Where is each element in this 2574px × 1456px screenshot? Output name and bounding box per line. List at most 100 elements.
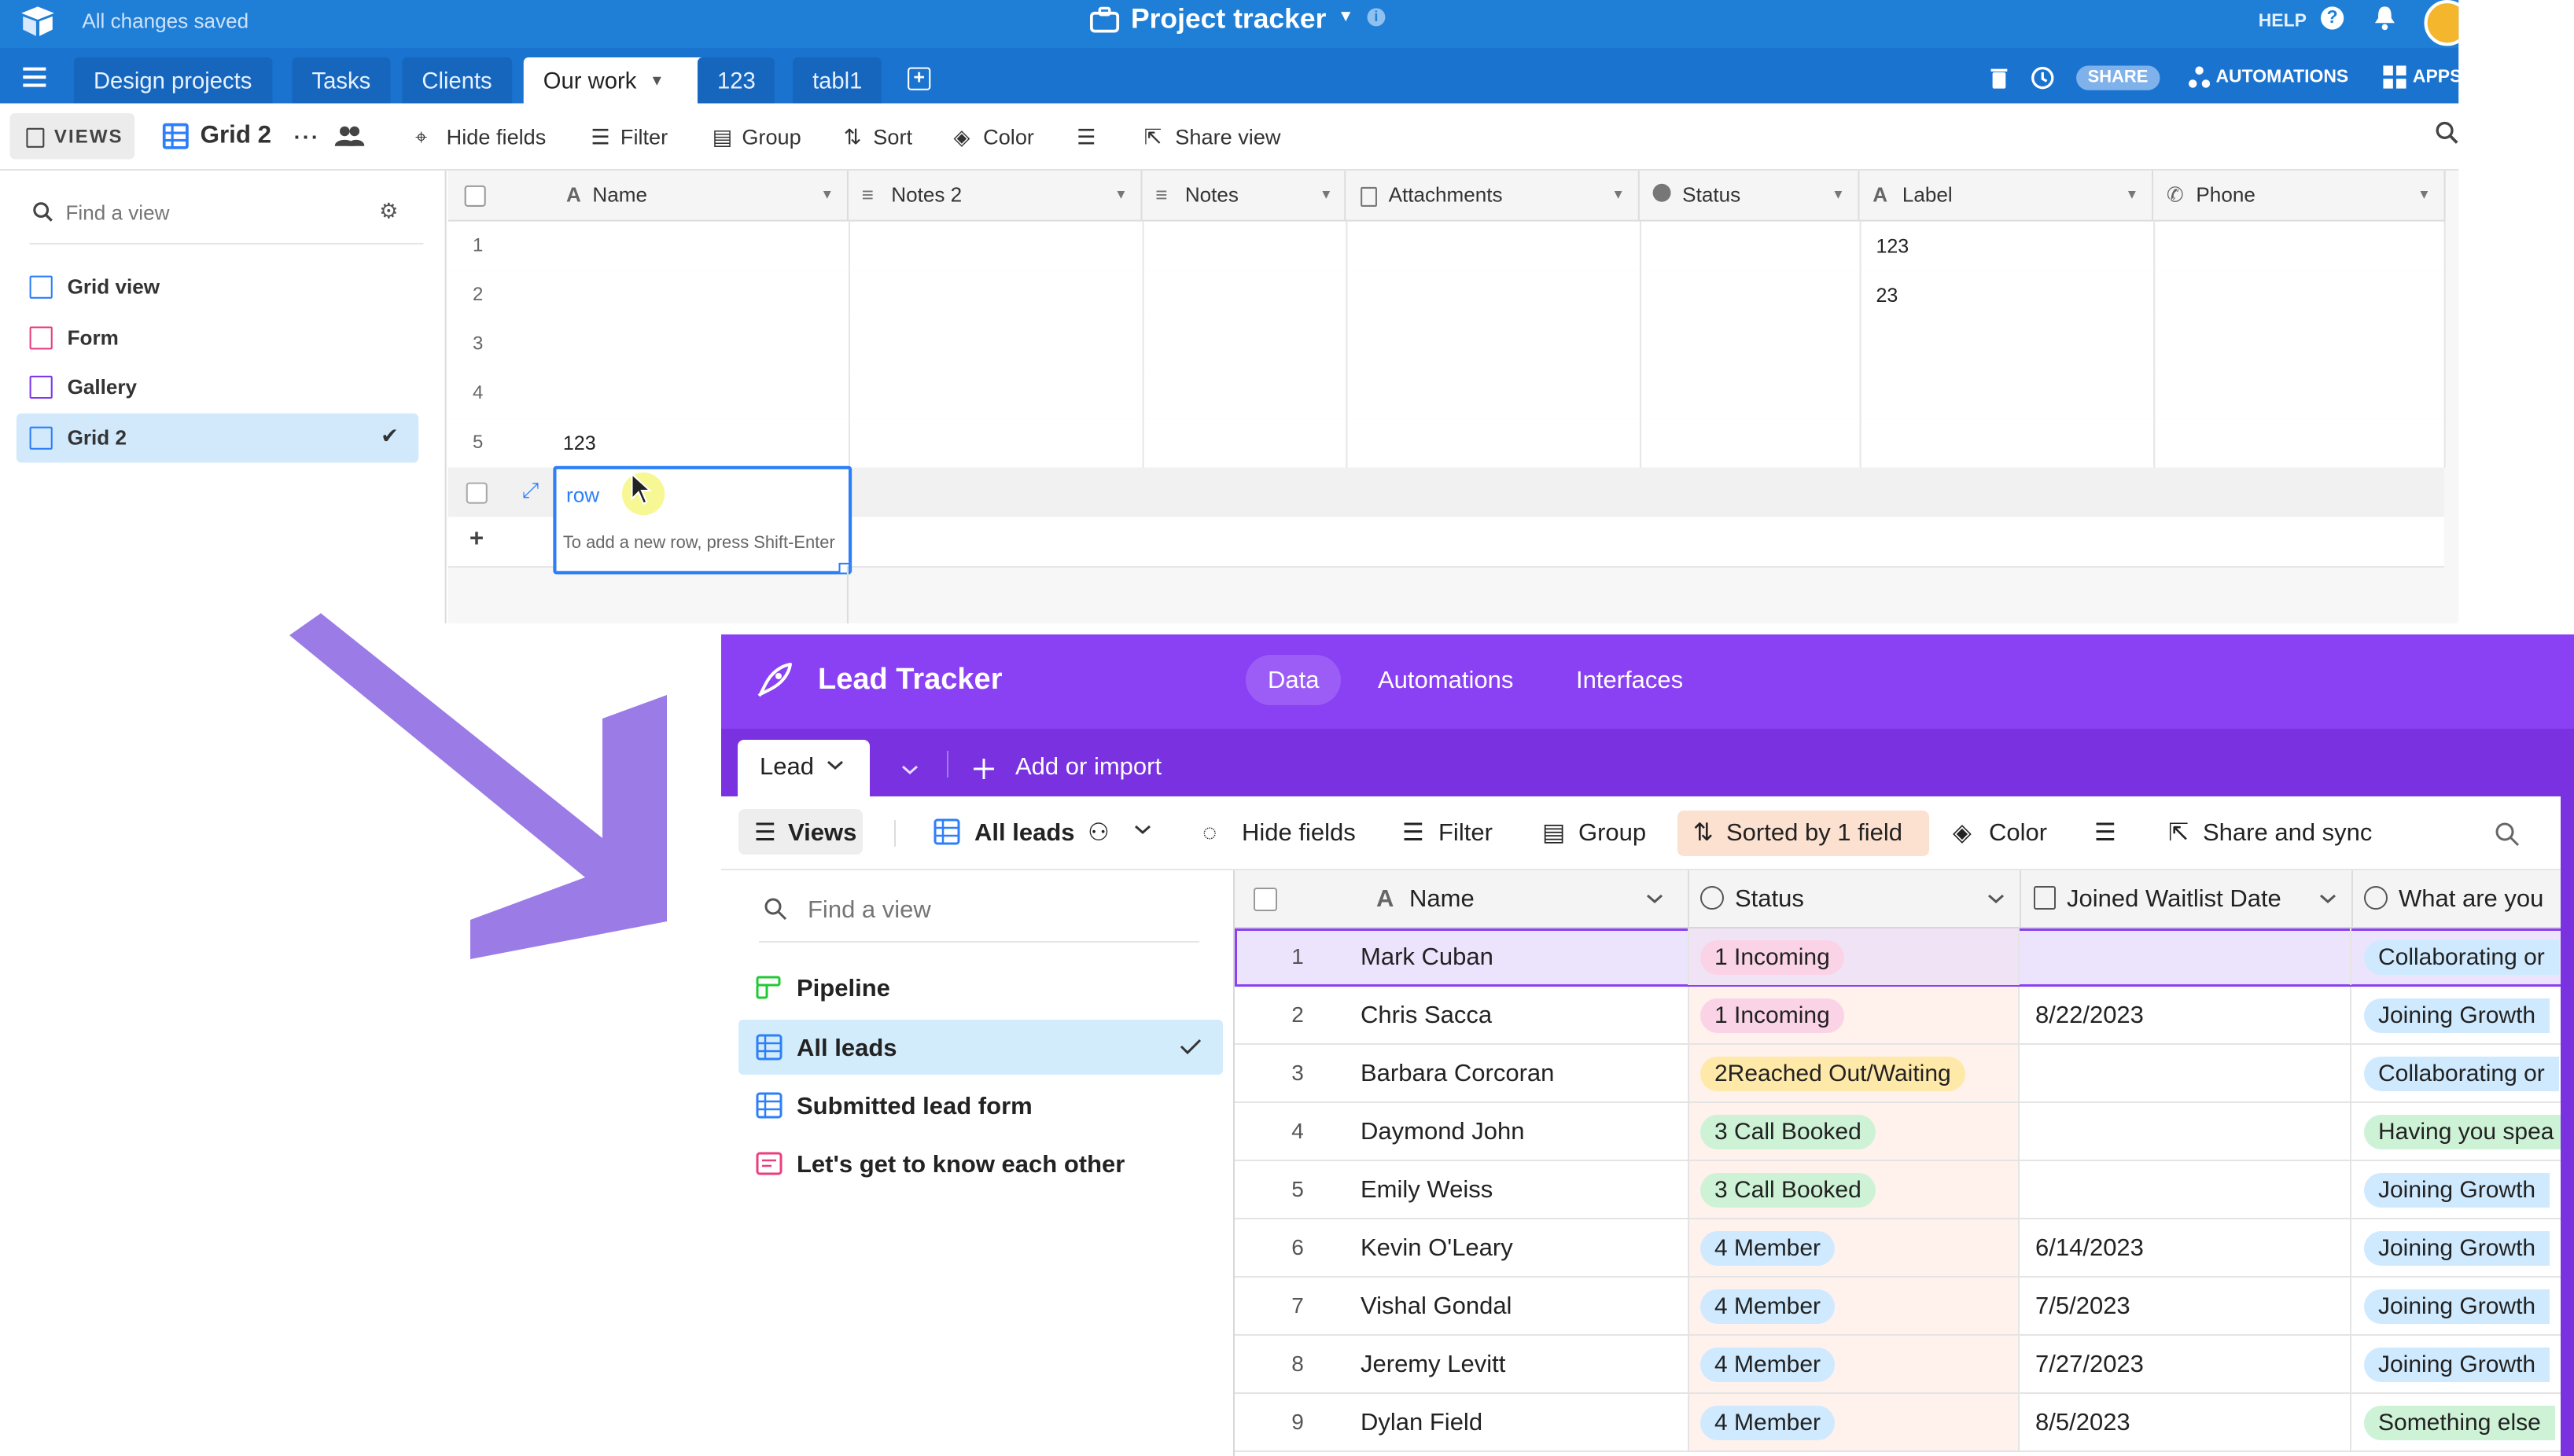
select-all-checkbox[interactable] <box>1254 888 1277 911</box>
tab-clients[interactable]: Clients <box>402 57 512 104</box>
nav-automations[interactable]: Automations <box>1378 655 1513 705</box>
table-row[interactable]: 2 23 <box>447 270 2446 322</box>
status-cell[interactable]: 3 Call Booked <box>1689 1103 2020 1160</box>
plus-icon[interactable] <box>972 757 996 781</box>
what-cell[interactable]: Joining Growth <box>2353 1161 2574 1218</box>
status-cell[interactable]: 1 Incoming <box>1689 928 2020 985</box>
automations-icon[interactable] <box>2188 65 2211 88</box>
date-cell[interactable] <box>2021 1103 2351 1160</box>
table-row[interactable]: 2 Chris Sacca 1 Incoming 8/22/2023 Joining G… <box>1235 987 2574 1045</box>
sidebar-item-grid-view[interactable]: Grid view <box>17 267 418 310</box>
sidebar-item-all-leads[interactable]: All leads <box>738 1020 1223 1075</box>
label-cell[interactable] <box>1860 319 2156 370</box>
add-row-plus-icon[interactable]: + <box>470 525 484 553</box>
notes-2-cell[interactable] <box>849 270 1144 320</box>
column-header-name[interactable]: A Name <box>1235 870 1689 928</box>
nav-data[interactable]: Data <box>1246 655 1342 705</box>
chevron-down-icon[interactable] <box>1987 892 2005 905</box>
what-cell[interactable]: Having you spea <box>2353 1103 2574 1160</box>
tab-caret-icon[interactable]: ▼ <box>650 72 665 89</box>
menu-icon[interactable] <box>23 67 46 87</box>
sidebar-item-submitted-lead-form[interactable]: Submitted lead form <box>738 1078 1223 1133</box>
name-cell[interactable]: Chris Sacca <box>1361 987 1689 1043</box>
table-row[interactable]: 1 123 <box>447 221 2446 273</box>
avatar[interactable] <box>2424 0 2459 46</box>
chevron-down-icon[interactable] <box>2318 892 2337 905</box>
phone-cell[interactable] <box>2153 418 2446 468</box>
column-header-name[interactable]: A Name ▼ <box>447 171 849 222</box>
notes-cell[interactable] <box>1143 418 1348 468</box>
search-icon[interactable] <box>2495 822 2520 847</box>
chevron-down-icon[interactable]: ▼ <box>2126 171 2139 220</box>
color-button[interactable]: Color <box>983 123 1034 153</box>
share-button[interactable]: SHARE <box>2076 65 2160 90</box>
chevron-down-icon[interactable] <box>826 759 845 771</box>
tab-tabl1[interactable]: tabl1 <box>793 57 882 104</box>
select-all-checkbox[interactable] <box>464 185 486 207</box>
name-cell[interactable] <box>547 270 851 320</box>
more-icon[interactable]: ··· <box>294 123 320 153</box>
name-cell[interactable]: Jeremy Levitt <box>1361 1336 1689 1392</box>
what-cell[interactable]: Joining Growth <box>2353 1278 2574 1334</box>
table-row[interactable]: 3 <box>447 319 2446 371</box>
phone-cell[interactable] <box>2153 221 2446 271</box>
sidebar-item-grid-2[interactable]: Grid 2 ✔ <box>16 413 419 463</box>
history-icon[interactable] <box>2031 65 2055 90</box>
phone-cell[interactable] <box>2153 270 2446 320</box>
status-cell[interactable] <box>1640 418 1861 468</box>
collaborators-icon[interactable]: ⚇ <box>1088 815 1110 850</box>
filter-button[interactable]: Filter <box>620 123 668 153</box>
sidebar-item-pipeline[interactable]: Pipeline <box>738 960 1223 1015</box>
status-cell[interactable] <box>1640 369 1861 419</box>
what-cell[interactable]: Collaborating or <box>2353 1045 2574 1101</box>
automations-button[interactable]: AUTOMATIONS <box>2215 68 2348 87</box>
editing-value[interactable]: row <box>566 484 599 507</box>
column-header-phone[interactable]: ✆ Phone ▼ <box>2153 171 2446 222</box>
date-cell[interactable] <box>2021 1161 2351 1218</box>
chevron-down-icon[interactable]: ▼ <box>2417 171 2431 220</box>
status-cell[interactable]: 2Reached Out/Waiting <box>1689 1045 2020 1101</box>
column-header-status[interactable]: Status ▼ <box>1639 171 1860 222</box>
status-cell[interactable]: 4 Member <box>1689 1219 2020 1276</box>
column-header-status[interactable]: Status <box>1689 870 2021 928</box>
chevron-down-icon[interactable]: ▼ <box>1320 171 1333 220</box>
date-cell[interactable] <box>2021 928 2351 985</box>
find-view-input[interactable] <box>806 891 1202 928</box>
name-cell[interactable]: Barbara Corcoran <box>1361 1045 1689 1101</box>
name-cell[interactable]: Dylan Field <box>1361 1394 1689 1450</box>
date-cell[interactable]: 6/14/2023 <box>2021 1219 2351 1276</box>
base-title[interactable]: Lead Tracker <box>818 663 1002 697</box>
filter-button[interactable]: Filter <box>1438 815 1493 850</box>
hide-fields-button[interactable]: Hide fields <box>1242 815 1356 850</box>
rocket-icon[interactable] <box>753 661 794 702</box>
tab-tasks[interactable]: Tasks <box>292 57 391 104</box>
table-row[interactable]: 5 Emily Weiss 3 Call Booked Joining Growth <box>1235 1161 2574 1219</box>
table-row[interactable]: 1 Mark Cuban 1 Incoming Collaborating or <box>1235 928 2574 987</box>
notes-2-cell[interactable] <box>849 369 1144 419</box>
group-button[interactable]: Group <box>1578 815 1646 850</box>
status-cell[interactable]: 4 Member <box>1689 1394 2020 1450</box>
tab-design-projects[interactable]: Design projects <box>73 57 272 104</box>
name-cell[interactable] <box>547 369 851 419</box>
what-cell[interactable]: Collaborating or <box>2353 928 2574 985</box>
table-row[interactable]: 8 Jeremy Levitt 4 Member 7/27/2023 Joining G… <box>1235 1336 2574 1394</box>
share-view-button[interactable]: Share view <box>1175 123 1280 153</box>
sidebar-item-gallery[interactable]: Gallery <box>17 367 418 410</box>
column-header-notes-2[interactable]: ≡ Notes 2 ▼ <box>848 171 1143 222</box>
table-row[interactable]: 3 Barbara Corcoran 2Reached Out/Waiting Col… <box>1235 1045 2574 1103</box>
what-cell[interactable]: Something else <box>2353 1394 2574 1450</box>
bell-icon[interactable] <box>2373 5 2396 31</box>
search-icon[interactable] <box>2436 121 2458 151</box>
name-cell[interactable]: Mark Cuban <box>1361 928 1689 985</box>
status-cell[interactable]: 3 Call Booked <box>1689 1161 2020 1218</box>
all-tables-chevron-icon[interactable] <box>900 763 919 776</box>
info-icon[interactable]: i <box>1367 8 1386 27</box>
sort-button[interactable]: Sort <box>873 123 912 153</box>
status-cell[interactable] <box>1640 319 1861 370</box>
label-cell[interactable] <box>1860 369 2156 419</box>
notes-cell[interactable] <box>1143 319 1348 370</box>
title-caret-icon[interactable]: ▼ <box>1338 8 1354 26</box>
date-cell[interactable]: 8/5/2023 <box>2021 1394 2351 1450</box>
apps-button[interactable]: APPS <box>2413 68 2458 87</box>
label-cell[interactable]: 23 <box>1860 270 2156 320</box>
